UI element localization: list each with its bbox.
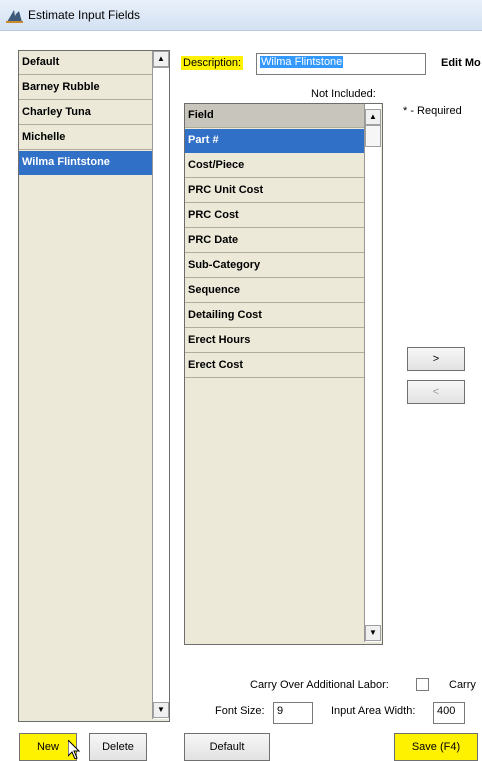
profile-list[interactable]: Default Barney Rubble Charley Tuna Miche… xyxy=(18,50,170,722)
field-item[interactable]: Sequence xyxy=(185,279,364,303)
delete-button[interactable]: Delete xyxy=(89,733,147,761)
save-button[interactable]: Save (F4) xyxy=(394,733,478,761)
font-size-value: 9 xyxy=(277,705,284,717)
scroll-down-icon[interactable]: ▼ xyxy=(365,625,381,641)
window-title: Estimate Input Fields xyxy=(28,8,141,22)
field-list-scrollbar[interactable]: ▲ ▼ xyxy=(364,104,381,642)
edit-mode-label: Edit Mo xyxy=(441,57,481,69)
input-area-width-input[interactable]: 400 xyxy=(433,702,465,724)
column-header-field[interactable]: Field xyxy=(185,104,364,128)
profile-item[interactable]: Michelle xyxy=(19,126,152,150)
description-label: Description: xyxy=(181,56,244,70)
title-bar: Estimate Input Fields xyxy=(0,0,482,31)
field-item[interactable]: PRC Unit Cost xyxy=(185,179,364,203)
mouse-cursor-icon xyxy=(68,740,80,759)
not-included-caption: Not Included: xyxy=(311,88,376,100)
carry-label: Carry xyxy=(449,679,476,691)
field-item[interactable]: Erect Hours xyxy=(185,329,364,353)
profile-list-scrollbar[interactable]: ▲ ▼ xyxy=(152,51,169,719)
app-icon xyxy=(6,10,23,23)
add-field-button[interactable]: > xyxy=(407,347,465,371)
scroll-thumb[interactable] xyxy=(365,125,381,147)
carry-over-label: Carry Over Additional Labor: xyxy=(250,679,389,691)
field-item[interactable]: Sub-Category xyxy=(185,254,364,278)
profile-item[interactable]: Charley Tuna xyxy=(19,101,152,125)
description-value: Wilma Flintstone xyxy=(260,56,344,68)
scroll-down-icon[interactable]: ▼ xyxy=(153,702,169,718)
default-button[interactable]: Default xyxy=(184,733,270,761)
profile-item[interactable]: Barney Rubble xyxy=(19,76,152,100)
field-item[interactable]: Erect Cost xyxy=(185,354,364,378)
field-item[interactable]: PRC Date xyxy=(185,229,364,253)
field-item-selected[interactable]: Part # xyxy=(185,129,364,153)
required-note: * - Required xyxy=(403,105,462,117)
scroll-up-icon[interactable]: ▲ xyxy=(365,109,381,125)
profile-item[interactable]: Default xyxy=(19,51,152,75)
description-input[interactable]: Wilma Flintstone xyxy=(256,53,426,75)
scroll-up-icon[interactable]: ▲ xyxy=(153,51,169,67)
input-area-width-value: 400 xyxy=(437,705,456,717)
field-item[interactable]: Cost/Piece xyxy=(185,154,364,178)
field-item[interactable]: PRC Cost xyxy=(185,204,364,228)
not-included-list[interactable]: Field Part # Cost/Piece PRC Unit Cost PR… xyxy=(184,103,383,645)
scroll-thumb[interactable] xyxy=(153,67,169,68)
carry-over-checkbox[interactable] xyxy=(416,678,429,691)
font-size-input[interactable]: 9 xyxy=(273,702,313,724)
field-item[interactable]: Detailing Cost xyxy=(185,304,364,328)
profile-item-selected[interactable]: Wilma Flintstone xyxy=(19,151,152,175)
font-size-label: Font Size: xyxy=(215,705,265,717)
input-area-width-label: Input Area Width: xyxy=(331,705,416,717)
remove-field-button[interactable]: < xyxy=(407,380,465,404)
